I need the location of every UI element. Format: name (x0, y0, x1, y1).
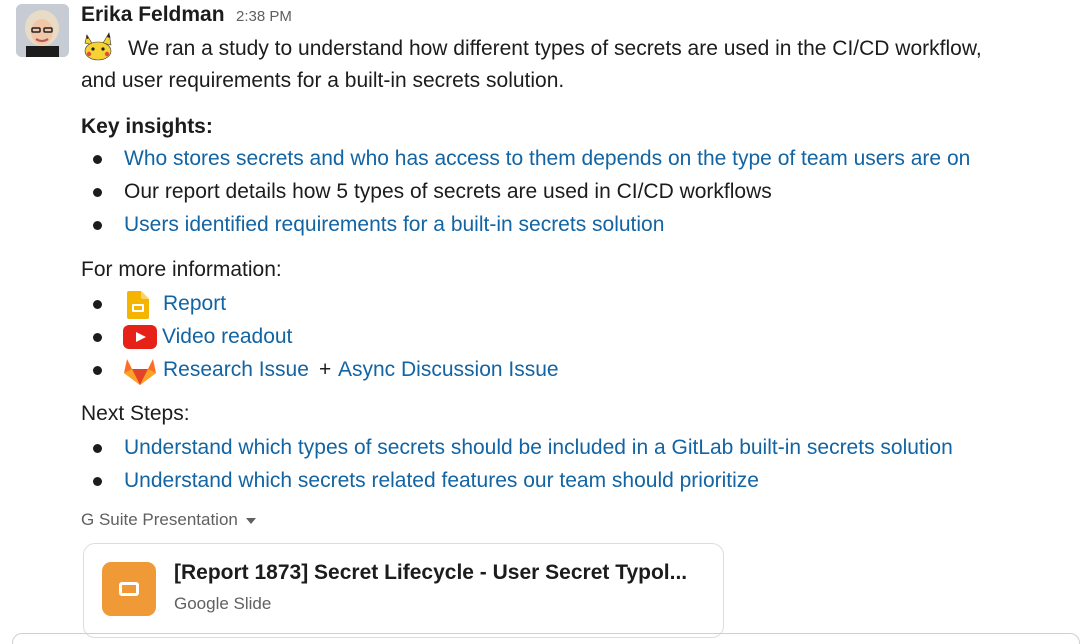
bullet (93, 300, 102, 309)
research-issue-link[interactable]: Research Issue (163, 354, 309, 386)
slides-file-icon (102, 562, 156, 616)
more-info-heading: For more information: (81, 258, 282, 281)
attachment-card[interactable]: [Report 1873] Secret Lifecycle - User Se… (83, 543, 724, 638)
caret-down-icon[interactable] (245, 517, 256, 524)
intro-line-2: and user requirements for a built-in sec… (81, 69, 565, 92)
plus-separator: + (319, 358, 332, 381)
next-step-link-1[interactable]: Understand which types of secrets should… (124, 432, 953, 464)
user-avatar[interactable] (16, 4, 69, 57)
video-readout-link[interactable]: Video readout (162, 321, 292, 353)
insight-link-3[interactable]: Users identified requirements for a buil… (124, 209, 664, 241)
attachment-subtitle: Google Slide (174, 594, 272, 613)
pikachu-emoji (81, 29, 119, 61)
attachment-label[interactable]: G Suite Presentation (81, 510, 256, 530)
next-steps-heading: Next Steps: (81, 402, 190, 425)
next-step-link-2[interactable]: Understand which secrets related feature… (124, 465, 759, 497)
bullet (93, 444, 102, 453)
message-header: Erika Feldman 2:38 PM (81, 3, 292, 27)
key-insights-heading: Key insights: (81, 115, 213, 138)
bullet (93, 188, 102, 197)
bullet (93, 155, 102, 164)
author-name[interactable]: Erika Feldman (81, 3, 225, 26)
bullet (93, 221, 102, 230)
insight-text-2: Our report details how 5 types of secret… (124, 180, 772, 203)
next-message-edge (12, 633, 1080, 644)
gitlab-icon (123, 356, 157, 396)
google-slides-icon (127, 291, 149, 329)
timestamp[interactable]: 2:38 PM (236, 8, 292, 25)
bullet (93, 366, 102, 375)
report-link[interactable]: Report (163, 288, 226, 320)
youtube-icon (123, 325, 157, 359)
insight-link-1[interactable]: Who stores secrets and who has access to… (124, 143, 970, 175)
bullet (93, 333, 102, 342)
async-discussion-link[interactable]: Async Discussion Issue (338, 354, 559, 386)
attachment-title[interactable]: [Report 1873] Secret Lifecycle - User Se… (174, 561, 687, 585)
attachment-source: G Suite Presentation (81, 510, 238, 529)
intro-line-1: We ran a study to understand how differe… (128, 37, 982, 60)
bullet (93, 477, 102, 486)
